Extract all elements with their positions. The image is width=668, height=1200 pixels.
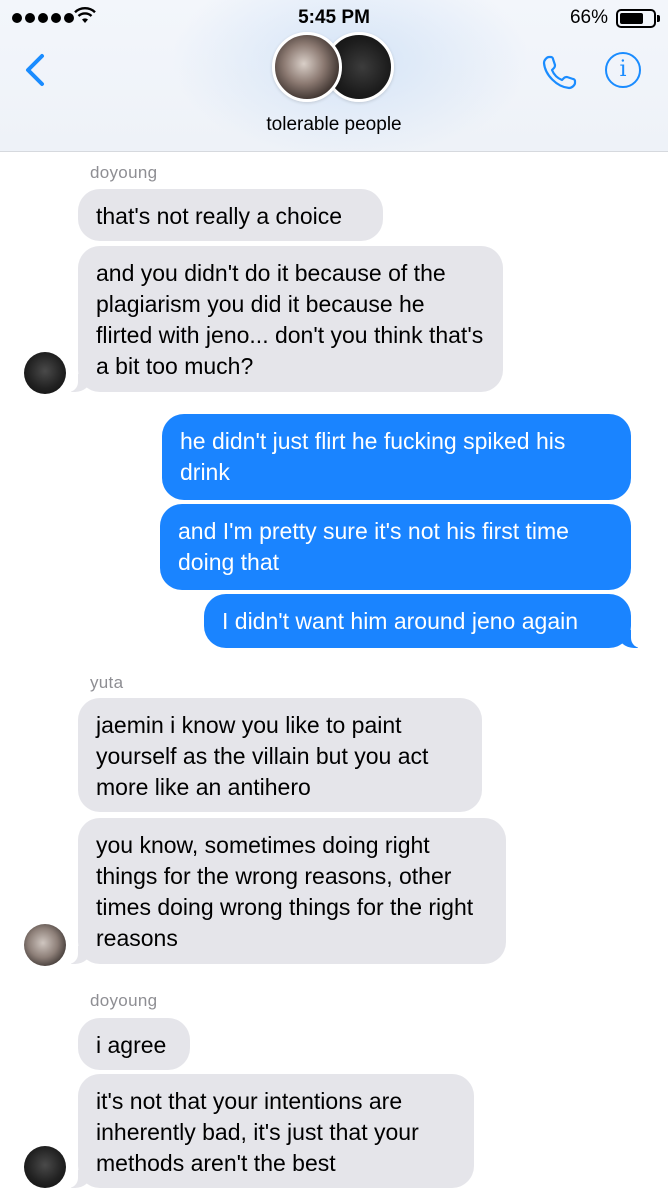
incoming-message[interactable]: that's not really a choice <box>78 189 383 241</box>
avatar[interactable] <box>24 352 66 394</box>
incoming-message[interactable]: it's not that your intentions are inhere… <box>68 1074 474 1188</box>
group-member-avatar <box>272 32 342 102</box>
incoming-message[interactable]: jaemin i know you like to paint yourself… <box>78 698 482 812</box>
group-avatars[interactable] <box>272 32 402 104</box>
back-button[interactable] <box>20 50 50 90</box>
incoming-message[interactable]: you know, sometimes doing right things f… <box>68 818 506 964</box>
status-time: 5:45 PM <box>298 7 370 28</box>
battery-icon <box>616 9 660 28</box>
group-title[interactable]: tolerable people <box>0 114 668 136</box>
sender-name: doyoung <box>90 991 158 1010</box>
battery-percentage: 66% <box>569 7 608 28</box>
incoming-message[interactable]: i agree <box>78 1018 190 1070</box>
outgoing-message[interactable]: and I'm pretty sure it's not his first t… <box>160 504 631 590</box>
conversation-header: 5:45 PM 66% tolerable people i <box>0 0 668 152</box>
incoming-message[interactable]: and you didn't do it because of the plag… <box>68 246 503 392</box>
info-icon[interactable]: i <box>605 52 641 88</box>
sender-name: doyoung <box>90 163 158 182</box>
outgoing-message[interactable]: I didn't want him around jeno again <box>204 594 641 648</box>
avatar[interactable] <box>24 1146 66 1188</box>
sender-name: yuta <box>90 673 124 692</box>
avatar[interactable] <box>24 924 66 966</box>
phone-icon[interactable] <box>540 52 580 92</box>
outgoing-message[interactable]: he didn't just flirt he fucking spiked h… <box>162 414 631 500</box>
status-bar: 5:45 PM 66% <box>0 4 668 30</box>
